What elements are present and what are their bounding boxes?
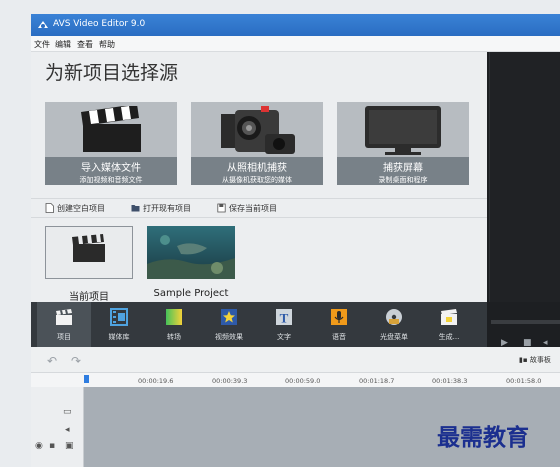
film-icon <box>110 308 128 326</box>
toolbar-label: 项目 <box>57 333 71 341</box>
project-label: 当前项目 <box>69 292 109 303</box>
page-title: 为新项目选择源 <box>45 62 179 84</box>
preview-screen <box>489 52 560 302</box>
toolbar-label: 语音 <box>332 333 346 341</box>
timeline-toolbar: ↶ ↷ ▮▪ 故事板 <box>31 347 560 373</box>
ruler-tick-label: 00:00:59.0 <box>285 377 321 385</box>
tile-subtitle: 从摄像机获取您的媒体 <box>222 176 292 184</box>
window-title: AVS Video Editor 9.0 <box>53 19 146 29</box>
clapperboard-icon <box>81 106 141 152</box>
action-label: 保存当前项目 <box>229 204 277 213</box>
toolbar-transitions-button[interactable]: 转场 <box>147 302 201 347</box>
toolbar-label: 生成... <box>438 333 460 341</box>
action-label: 打开现有项目 <box>143 204 191 213</box>
new-document-icon <box>45 203 54 213</box>
storyboard-label: 故事板 <box>529 356 551 364</box>
action-label: 创建空白项目 <box>57 204 105 213</box>
app-logo-icon <box>38 21 48 28</box>
current-project-thumbnail <box>45 226 133 279</box>
svg-text:T: T <box>280 311 289 326</box>
save-project-button[interactable]: 保存当前项目 <box>217 203 277 214</box>
redo-icon[interactable]: ↷ <box>71 354 81 368</box>
project-actions-bar: 创建空白项目 打开现有项目 保存当前项目 <box>31 198 487 218</box>
transition-icon <box>166 309 182 325</box>
speaker-icon[interactable]: ◂ <box>65 425 70 435</box>
source-panel: 为新项目选择源 导入媒体文件 添加视频和音频文件 从照相机捕获 从摄像机获取您的… <box>31 52 487 303</box>
menu-file[interactable]: 文件 <box>34 39 50 50</box>
preview-panel: ▶ ■ ◂ <box>487 52 560 348</box>
disc-menu-icon <box>386 309 402 325</box>
storyboard-toggle[interactable]: ▮▪ 故事板 <box>519 355 551 365</box>
timeline-ruler[interactable]: 00:00:19.6 00:00:39.3 00:00:59.0 00:01:1… <box>31 373 560 387</box>
toolbar-label: 媒体库 <box>108 333 130 341</box>
video-track-icon: ▭ <box>63 407 72 417</box>
main-toolbar: 项目 媒体库 转场 视频效果 T 文字 语音 光盘菜单 生成... <box>31 302 487 347</box>
open-project-button[interactable]: 打开现有项目 <box>131 203 191 214</box>
tile-caption: 从照相机捕获 从摄像机获取您的媒体 <box>191 157 323 185</box>
visibility-eye-icon[interactable]: ◉ <box>35 441 43 451</box>
save-icon <box>217 203 226 213</box>
tile-subtitle: 添加视频和音频文件 <box>79 176 143 184</box>
toolbar-media-library-button[interactable]: 媒体库 <box>92 302 146 347</box>
toolbar-disc-menu-button[interactable]: 光盘菜单 <box>367 302 421 347</box>
microphone-icon <box>331 309 347 325</box>
import-media-tile[interactable]: 导入媒体文件 添加视频和音频文件 <box>45 102 177 185</box>
current-project-item[interactable]: 当前项目 <box>45 226 133 303</box>
ruler-tick-label: 00:00:39.3 <box>212 377 248 385</box>
storyboard-icon: ▮▪ <box>519 356 530 364</box>
toolbar-label: 转场 <box>167 333 181 341</box>
tile-subtitle: 录制桌面和程序 <box>378 176 428 184</box>
tile-title: 捕获屏幕 <box>383 163 423 174</box>
toolbar-label: 文字 <box>277 333 291 341</box>
menu-bar: 文件 编辑 查看 帮助 <box>31 36 560 52</box>
tile-title: 导入媒体文件 <box>81 163 141 174</box>
toolbar-video-effects-button[interactable]: 视频效果 <box>202 302 256 347</box>
app-window: AVS Video Editor 9.0 文件 编辑 查看 帮助 为新项目选择源… <box>31 14 560 467</box>
capture-screen-tile[interactable]: 捕获屏幕 录制桌面和程序 <box>337 102 469 185</box>
tile-caption: 捕获屏幕 录制桌面和程序 <box>337 157 469 185</box>
sample-project-item[interactable]: Sample Project <box>147 226 235 299</box>
camcorder-icon <box>221 106 295 154</box>
create-blank-project-button[interactable]: 创建空白项目 <box>45 203 105 214</box>
playback-seekbar[interactable] <box>491 320 560 324</box>
menu-help[interactable]: 帮助 <box>99 39 115 50</box>
watermark-text: 最需教育 <box>437 424 529 451</box>
project-label: Sample Project <box>153 288 229 299</box>
ruler-tick-label: 00:01:58.0 <box>506 377 542 385</box>
playhead-marker[interactable] <box>84 375 89 383</box>
toolbar-text-button[interactable]: T 文字 <box>257 302 311 347</box>
sample-project-thumbnail <box>147 226 235 279</box>
toolbar-label: 视频效果 <box>215 333 243 341</box>
ruler-tick-label: 00:01:18.7 <box>359 377 395 385</box>
toolbar-label: 光盘菜单 <box>380 333 408 341</box>
track-toggle-icon[interactable]: ▣ <box>65 441 74 451</box>
monitor-icon <box>365 106 441 155</box>
tile-caption: 导入媒体文件 添加视频和音频文件 <box>45 157 177 185</box>
capture-camera-tile[interactable]: 从照相机捕获 从摄像机获取您的媒体 <box>191 102 323 185</box>
undo-icon[interactable]: ↶ <box>47 354 57 368</box>
title-bar: AVS Video Editor 9.0 <box>31 14 560 36</box>
track-headers: ▭ ◂ ◉ ▪ ▣ <box>31 387 84 467</box>
outer-background <box>0 0 560 14</box>
produce-icon <box>441 309 457 325</box>
lock-icon[interactable]: ▪ <box>49 441 55 451</box>
clapper-icon <box>56 309 72 325</box>
text-icon: T <box>276 309 292 326</box>
toolbar-voice-button[interactable]: 语音 <box>312 302 366 347</box>
tile-title: 从照相机捕获 <box>227 163 287 174</box>
toolbar-produce-button[interactable]: 生成... <box>422 302 476 347</box>
toolbar-project-button[interactable]: 项目 <box>37 302 91 347</box>
menu-edit[interactable]: 编辑 <box>55 39 71 50</box>
ruler-tick-label: 00:00:19.6 <box>138 377 174 385</box>
ruler-tick-label: 00:01:38.3 <box>432 377 468 385</box>
folder-icon <box>131 205 140 212</box>
star-effect-icon <box>221 309 237 325</box>
menu-view[interactable]: 查看 <box>77 39 93 50</box>
